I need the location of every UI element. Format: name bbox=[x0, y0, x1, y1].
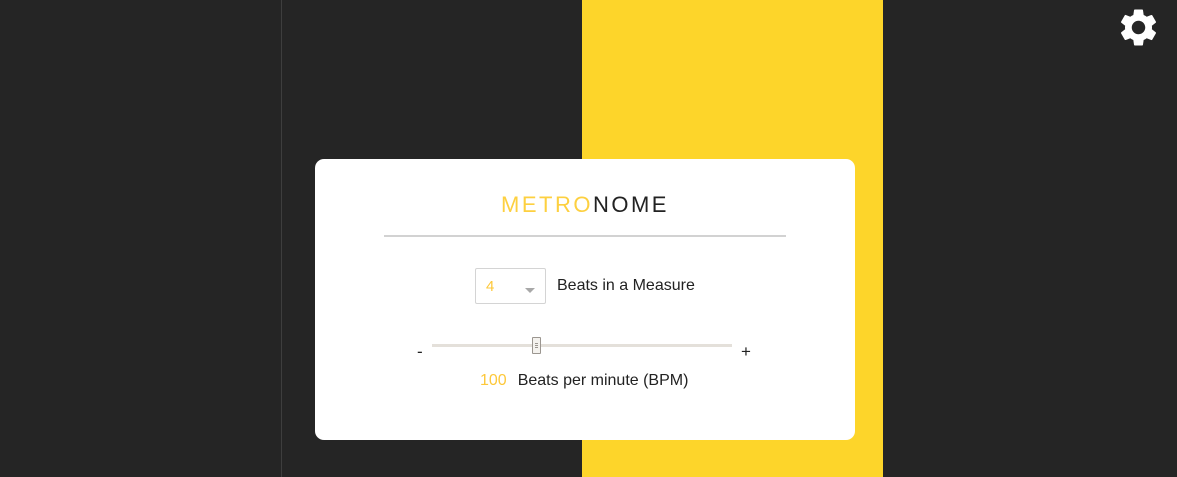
metronome-card: METRONOME 4 Beats in a Measure - + 100 B… bbox=[315, 159, 855, 440]
tempo-slider-handle[interactable] bbox=[531, 337, 541, 354]
beats-per-measure-value: 4 bbox=[486, 278, 495, 295]
beats-per-measure-select[interactable]: 4 bbox=[475, 268, 546, 304]
beats-in-measure-label: Beats in a Measure bbox=[557, 277, 695, 294]
page-title: METRONOME bbox=[315, 192, 855, 218]
bpm-value: 100 bbox=[480, 372, 507, 389]
decrease-tempo-button[interactable]: - bbox=[417, 342, 423, 362]
gear-icon[interactable] bbox=[1116, 5, 1161, 50]
bpm-row: 100 Beats per minute (BPM) bbox=[480, 372, 688, 390]
bpm-label: Beats per minute (BPM) bbox=[517, 372, 689, 389]
title-rest: NOME bbox=[592, 192, 669, 217]
title-accent: METRO bbox=[501, 192, 593, 217]
tempo-slider[interactable] bbox=[432, 337, 732, 354]
chevron-down-icon bbox=[525, 288, 535, 293]
title-divider bbox=[384, 235, 786, 237]
beats-in-measure-row: 4 Beats in a Measure bbox=[475, 267, 695, 305]
metronome-app: METRONOME 4 Beats in a Measure - + 100 B… bbox=[0, 0, 1177, 477]
increase-tempo-button[interactable]: + bbox=[741, 342, 751, 362]
